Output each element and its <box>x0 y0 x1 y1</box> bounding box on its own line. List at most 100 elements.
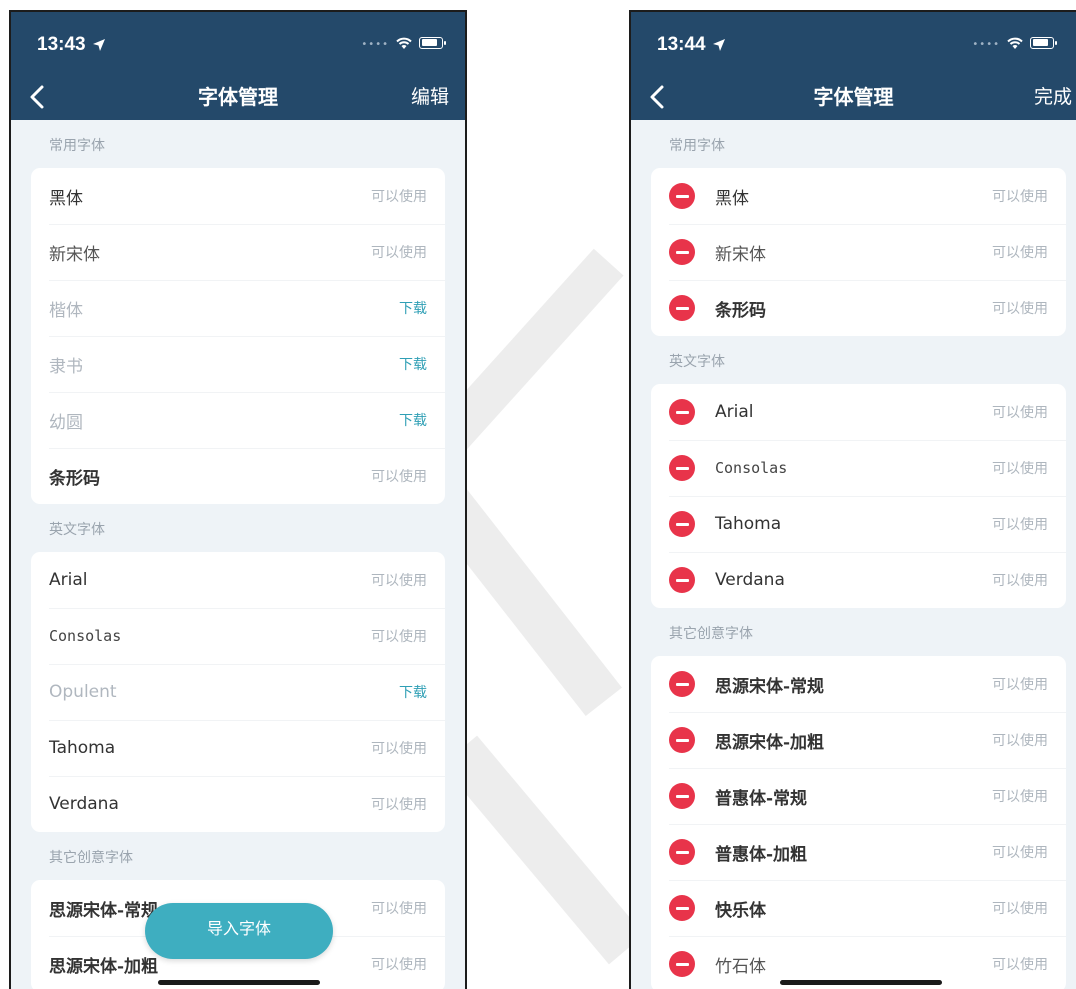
font-status: 可以使用 <box>992 461 1048 477</box>
font-status: 可以使用 <box>371 189 427 205</box>
minus-circle-icon[interactable] <box>669 839 695 865</box>
minus-circle-icon[interactable] <box>669 399 695 425</box>
font-row[interactable]: 条形码 可以使用 <box>31 448 445 504</box>
font-group-english: Arial 可以使用 Consolas 可以使用 Tahoma 可以使用 Verdan… <box>651 384 1066 608</box>
section-header: 其它创意字体 <box>669 626 753 642</box>
minus-circle-icon[interactable] <box>669 455 695 481</box>
nav-bar: 13:44 •••• 字体管理 完成 <box>631 12 1076 120</box>
edit-button[interactable]: 编辑 <box>411 82 449 112</box>
minus-circle-icon[interactable] <box>669 295 695 321</box>
minus-circle-icon[interactable] <box>669 183 695 209</box>
font-row: 普惠体-常规 可以使用 <box>651 768 1066 824</box>
status-bar: 13:44 •••• <box>657 34 1060 58</box>
section-header: 常用字体 <box>49 138 105 154</box>
section-header: 英文字体 <box>669 354 725 370</box>
font-name: 条形码 <box>49 468 100 489</box>
section-header: 英文字体 <box>49 522 105 538</box>
font-status: 可以使用 <box>371 469 427 485</box>
minus-circle-icon[interactable] <box>669 951 695 977</box>
download-link[interactable]: 下载 <box>399 410 427 430</box>
font-name: 幼圆 <box>49 412 83 433</box>
font-status: 可以使用 <box>992 405 1048 421</box>
font-name: 普惠体-加粗 <box>715 844 808 865</box>
font-status: 可以使用 <box>371 901 427 917</box>
font-row: 黑体 可以使用 <box>651 168 1066 224</box>
nav-row: 字体管理 完成 <box>631 82 1076 112</box>
nav-row: 字体管理 编辑 <box>11 82 465 112</box>
signal-dots-icon: •••• <box>972 39 1000 50</box>
font-name: Consolas <box>715 459 788 477</box>
download-link[interactable]: 下载 <box>399 682 427 702</box>
download-link[interactable]: 下载 <box>399 354 427 374</box>
font-row[interactable]: Opulent 下载 <box>31 664 445 720</box>
font-row: 条形码 可以使用 <box>651 280 1066 336</box>
font-name: Verdana <box>715 570 785 590</box>
font-status: 可以使用 <box>371 741 427 757</box>
font-status: 可以使用 <box>371 629 427 645</box>
font-row[interactable]: Tahoma 可以使用 <box>31 720 445 776</box>
font-row[interactable]: 新宋体 可以使用 <box>31 224 445 280</box>
font-row[interactable]: 楷体 下载 <box>31 280 445 336</box>
minus-circle-icon[interactable] <box>669 783 695 809</box>
font-status: 可以使用 <box>371 957 427 973</box>
page: 13:43 •••• 字体管理 编辑 常用字体 黑体可以使用 新宋体可以使用 <box>0 0 1076 989</box>
font-name: 黑体 <box>49 188 83 209</box>
font-name: Arial <box>49 570 88 590</box>
font-list-editing: 常用字体 黑体 可以使用 新宋体 可以使用 条形码 可以使用 英文字体 Arial 可以… <box>631 120 1076 989</box>
location-arrow-icon <box>712 39 725 51</box>
status-bar: 13:43 •••• <box>37 34 449 58</box>
minus-circle-icon[interactable] <box>669 511 695 537</box>
minus-circle-icon[interactable] <box>669 567 695 593</box>
font-name: 思源宋体-加粗 <box>715 732 825 753</box>
font-status: 可以使用 <box>992 789 1048 805</box>
font-name: 黑体 <box>715 188 749 209</box>
location-arrow-icon <box>92 39 105 51</box>
wifi-icon <box>396 37 412 49</box>
font-row[interactable]: 隶书 下载 <box>31 336 445 392</box>
font-name: 楷体 <box>49 300 83 321</box>
font-status: 可以使用 <box>371 797 427 813</box>
download-link[interactable]: 下载 <box>399 298 427 318</box>
font-row: 快乐体 可以使用 <box>651 880 1066 936</box>
battery-icon <box>1030 36 1057 49</box>
font-name: 新宋体 <box>715 244 766 265</box>
signal-dots-icon: •••• <box>361 39 389 50</box>
font-row[interactable]: Verdana 可以使用 <box>31 776 445 832</box>
font-row[interactable]: 黑体 可以使用 <box>31 168 445 224</box>
font-status: 可以使用 <box>992 189 1048 205</box>
font-name: 隶书 <box>49 356 83 377</box>
font-group-common: 黑体 可以使用 新宋体 可以使用 条形码 可以使用 <box>651 168 1066 336</box>
minus-circle-icon[interactable] <box>669 671 695 697</box>
font-name: 普惠体-常规 <box>715 788 808 809</box>
font-group-creative: 思源宋体-常规 可以使用 思源宋体-加粗 可以使用 普惠体-常规 可以使用 普惠体-加… <box>651 656 1066 989</box>
font-row: Verdana 可以使用 <box>651 552 1066 608</box>
import-font-button[interactable]: 导入字体 <box>145 903 333 959</box>
minus-circle-icon[interactable] <box>669 727 695 753</box>
section-header: 常用字体 <box>669 138 725 154</box>
font-status: 可以使用 <box>992 245 1048 261</box>
font-name: Tahoma <box>715 514 782 534</box>
font-row[interactable]: Arial 可以使用 <box>31 552 445 608</box>
font-row: Arial 可以使用 <box>651 384 1066 440</box>
font-status: 可以使用 <box>992 573 1048 589</box>
battery-icon <box>419 36 446 49</box>
home-indicator <box>158 980 320 985</box>
status-time-text: 13:44 <box>657 34 706 55</box>
font-row[interactable]: 幼圆 下载 <box>31 392 445 448</box>
done-button[interactable]: 完成 <box>1034 82 1072 112</box>
font-status: 可以使用 <box>992 957 1048 973</box>
wifi-icon <box>1007 37 1023 49</box>
font-row[interactable]: Consolas 可以使用 <box>31 608 445 664</box>
font-status: 可以使用 <box>992 733 1048 749</box>
font-name: 新宋体 <box>49 244 100 265</box>
status-time-text: 13:43 <box>37 34 86 55</box>
font-name: Verdana <box>49 794 119 814</box>
minus-circle-icon[interactable] <box>669 239 695 265</box>
font-status: 可以使用 <box>992 845 1048 861</box>
minus-circle-icon[interactable] <box>669 895 695 921</box>
font-row: 普惠体-加粗 可以使用 <box>651 824 1066 880</box>
font-row: 思源宋体-加粗 可以使用 <box>651 712 1066 768</box>
font-group-common: 黑体 可以使用 新宋体 可以使用 楷体 下载 隶书 下载 幼圆 下载 条形码 可以使用 <box>31 168 445 504</box>
watermark-band <box>441 735 645 965</box>
section-header: 其它创意字体 <box>49 850 133 866</box>
